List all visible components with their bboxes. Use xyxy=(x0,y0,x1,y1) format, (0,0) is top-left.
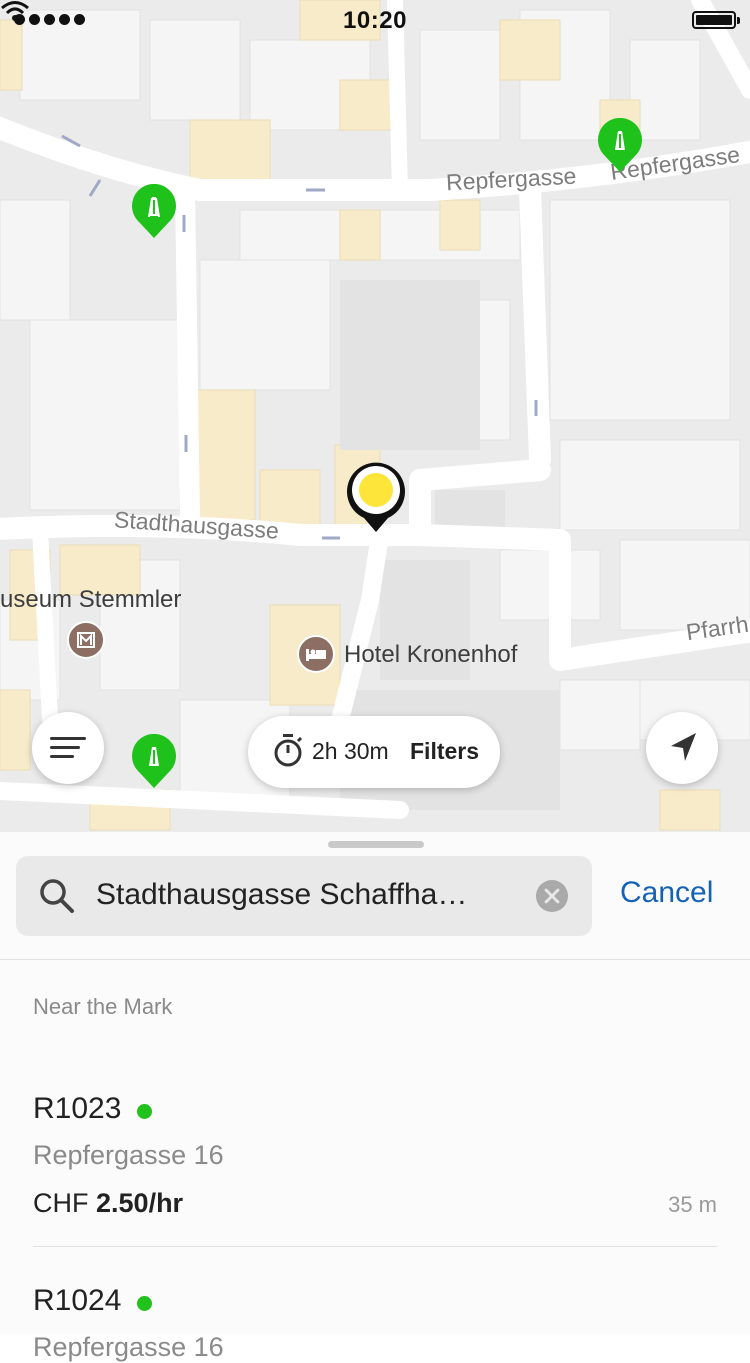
status-bar: 10:20 xyxy=(0,0,750,40)
search-bar[interactable]: Stadthausgasse Schaffha… xyxy=(16,856,592,936)
sheet-drag-handle[interactable] xyxy=(328,841,424,848)
poi-label-museum[interactable]: useum Stemmler xyxy=(0,586,181,614)
battery-icon xyxy=(692,11,740,29)
zone-address: Repfergasse 16 xyxy=(33,1332,224,1362)
section-title: Near the Mark xyxy=(33,994,173,1019)
map-view[interactable]: 10:20 Repfergasse Repfergasse Stadthausg… xyxy=(0,0,750,832)
search-icon xyxy=(40,879,74,913)
navigation-arrow-icon xyxy=(671,733,696,761)
zone-distance: 35 m xyxy=(668,1192,717,1217)
zone-code: R1023 xyxy=(33,1092,122,1125)
list-item[interactable]: R1023 Repfergasse 16 CHF 2.50/hr 35 m xyxy=(33,1092,717,1218)
price-rate: 2.50/hr xyxy=(96,1188,184,1218)
clear-search-icon[interactable] xyxy=(536,880,568,912)
zone-code: R1024 xyxy=(33,1284,122,1317)
hotel-icon[interactable] xyxy=(297,635,335,673)
results-sheet: Stadthausgasse Schaffha… Cancel Near the… xyxy=(0,832,750,1362)
divider xyxy=(0,959,750,960)
parking-pin[interactable] xyxy=(595,118,645,174)
availability-dot xyxy=(137,1296,152,1311)
stopwatch-icon xyxy=(274,734,303,767)
search-input[interactable]: Stadthausgasse Schaffha… xyxy=(96,878,496,912)
list-separator xyxy=(33,1246,717,1247)
duration-label: 2h 30m xyxy=(312,738,389,764)
price-currency: CHF xyxy=(33,1188,89,1218)
menu-icon xyxy=(50,737,86,758)
locate-me-button[interactable] xyxy=(646,712,718,784)
poi-label-hotel[interactable]: Hotel Kronenhof xyxy=(344,641,517,669)
parking-pin[interactable] xyxy=(129,184,179,240)
zone-address: Repfergasse 16 xyxy=(33,1140,224,1170)
cancel-button[interactable]: Cancel xyxy=(620,876,713,910)
museum-icon[interactable] xyxy=(67,621,105,659)
zone-price: CHF 2.50/hr xyxy=(33,1188,183,1219)
status-time: 10:20 xyxy=(343,7,407,34)
menu-button[interactable] xyxy=(32,712,104,784)
parking-pin[interactable] xyxy=(129,734,179,790)
duration-filters-button[interactable]: 2h 30m Filters xyxy=(248,716,500,788)
availability-dot xyxy=(137,1104,152,1119)
list-item[interactable]: R1024 Repfergasse 16 xyxy=(33,1284,717,1362)
filters-label: Filters xyxy=(410,738,480,764)
selected-location-pin[interactable] xyxy=(344,460,408,534)
